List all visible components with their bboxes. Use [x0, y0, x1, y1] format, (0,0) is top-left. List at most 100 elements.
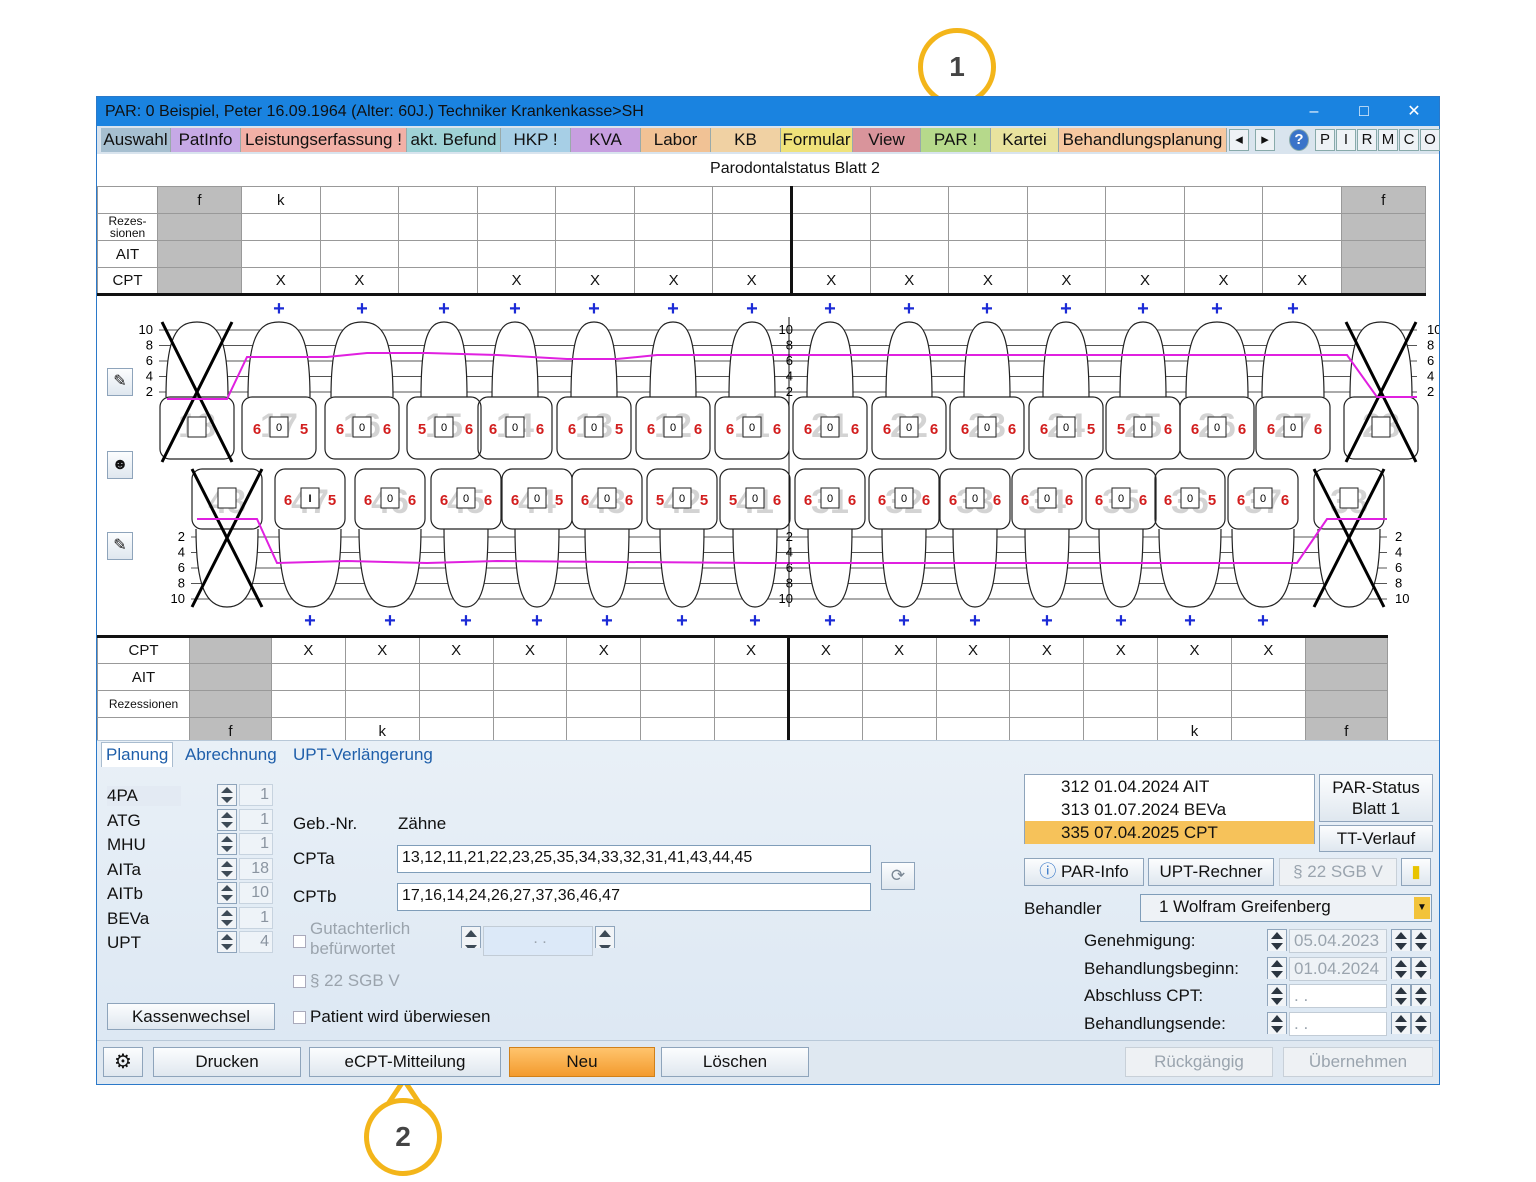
lower-tooth-cell[interactable] [861, 663, 937, 691]
upper-tooth-cell[interactable]: X [1262, 267, 1342, 295]
lower-tooth-cell[interactable] [861, 690, 937, 718]
tab-view[interactable]: View [853, 128, 921, 152]
upper-tooth-cell[interactable] [712, 240, 793, 268]
lower-tooth-cell[interactable] [418, 663, 494, 691]
lower-tooth[interactable]: 42055+ [646, 468, 718, 632]
upper-tooth-cell[interactable]: k [241, 186, 321, 214]
upper-tooth-cell[interactable] [1262, 213, 1342, 241]
lower-tooth-cell[interactable]: X [1009, 636, 1085, 664]
lower-tooth-cell[interactable] [640, 636, 716, 664]
upper-tooth-cell[interactable] [869, 186, 950, 214]
loeschen-button[interactable]: Löschen [661, 1047, 809, 1077]
tab-formular[interactable]: Formular [781, 128, 853, 152]
letter-button-r[interactable]: R [1357, 129, 1377, 151]
upper-tooth-cell[interactable] [790, 186, 871, 214]
uebernehmen-button[interactable]: Übernehmen [1283, 1047, 1433, 1077]
upper-tooth-cell[interactable] [1105, 186, 1185, 214]
upper-tooth[interactable]: 14066+ [477, 298, 553, 460]
gutachter-date-spin-right[interactable] [595, 926, 615, 948]
upper-tooth-cell[interactable]: X [948, 267, 1028, 295]
tab-scroll-right-button[interactable]: ▸ [1255, 129, 1275, 151]
cptb-input[interactable]: 17,16,14,24,26,27,37,36,46,47 [397, 883, 871, 911]
close-button[interactable]: ✕ [1391, 97, 1437, 126]
upper-tooth-cell[interactable] [1262, 240, 1342, 268]
maximize-button[interactable]: □ [1341, 97, 1387, 126]
upper-tooth[interactable]: 27066+ [1255, 298, 1331, 460]
upper-tooth[interactable]: 13065+ [556, 298, 632, 460]
counter-spin-mhu[interactable] [217, 833, 237, 855]
edit-upper-pencil-icon[interactable]: ✎ [107, 368, 133, 396]
date-spin-right[interactable] [1391, 1011, 1431, 1034]
tab-hkp[interactable]: HKP ! [501, 128, 571, 152]
lower-tooth-cell[interactable] [935, 690, 1011, 718]
par-info-button[interactable]: ⓘ PAR-Info [1024, 858, 1144, 886]
date-spin-left[interactable] [1267, 1011, 1287, 1034]
upper-tooth-cell[interactable] [476, 240, 557, 268]
upper-tooth-cell[interactable]: X [555, 267, 635, 295]
tab-auswahl[interactable]: Auswahl [101, 128, 171, 152]
lower-tooth[interactable]: 35066+ [1085, 468, 1157, 632]
counter-value-atg[interactable]: 1 [239, 808, 273, 831]
par-history-item[interactable]: 312 01.04.2024 AIT [1025, 775, 1314, 798]
upper-tooth-cell[interactable] [555, 240, 635, 268]
lower-tooth[interactable]: 37066+ [1227, 468, 1299, 632]
lower-tooth-cell[interactable]: X [271, 636, 346, 664]
upper-tooth-cell[interactable] [790, 240, 871, 268]
kassenwechsel-button[interactable]: Kassenwechsel [107, 1003, 275, 1030]
lower-tooth-cell[interactable] [787, 690, 863, 718]
lower-tooth-cell[interactable]: X [566, 636, 642, 664]
upper-tooth-cell[interactable] [476, 213, 557, 241]
par-history-item[interactable]: 335 07.04.2025 CPT [1025, 821, 1314, 844]
tab-upt-verlaengerung[interactable]: UPT-Verlängerung [293, 745, 433, 765]
lower-tooth-cell[interactable] [714, 690, 790, 718]
upper-tooth[interactable]: 25056+ [1105, 298, 1181, 460]
date-field[interactable]: . . [1289, 1011, 1387, 1036]
lower-tooth[interactable]: 36065+ [1154, 468, 1226, 632]
upper-tooth-cell[interactable]: X [1105, 267, 1185, 295]
neu-button[interactable]: Neu [509, 1047, 655, 1077]
tab-kb[interactable]: KB [711, 128, 781, 152]
lower-tooth-cell[interactable] [1157, 690, 1232, 718]
lower-tooth-cell[interactable]: X [1083, 636, 1159, 664]
upper-tooth[interactable]: 12066+ [635, 298, 711, 460]
counter-value-4pa[interactable]: 1 [239, 784, 273, 806]
upper-tooth-cell[interactable]: X [319, 267, 400, 295]
lower-tooth-cell[interactable] [640, 663, 716, 691]
counter-value-mhu[interactable]: 1 [239, 833, 273, 855]
upper-tooth-cell[interactable] [1262, 186, 1342, 214]
tab-patinfo[interactable]: PatInfo [171, 128, 241, 152]
letter-button-c[interactable]: C [1399, 129, 1419, 151]
lower-tooth[interactable]: 46066+ [354, 468, 426, 632]
upper-tooth-cell[interactable] [869, 240, 950, 268]
lower-tooth-cell[interactable] [1230, 690, 1306, 718]
date-field[interactable]: 01.04.2024 [1289, 956, 1387, 981]
lower-tooth-cell[interactable]: X [935, 636, 1011, 664]
upper-tooth-cell[interactable] [633, 213, 714, 241]
upper-tooth[interactable]: 28 [1343, 321, 1419, 463]
counter-spin-aita[interactable] [217, 857, 237, 880]
tab-leistungserfassung[interactable]: Leistungserfassung ! [241, 128, 407, 152]
counter-spin-aitb[interactable] [217, 882, 237, 904]
lower-tooth-cell[interactable] [787, 663, 863, 691]
upper-tooth-cell[interactable] [1105, 240, 1185, 268]
ueberwiesen-checkbox[interactable] [293, 1011, 306, 1024]
upper-tooth-cell[interactable] [1183, 186, 1264, 214]
upper-tooth-cell[interactable] [1105, 213, 1185, 241]
counter-spin-beva[interactable] [217, 906, 237, 929]
counter-spin-4pa[interactable] [217, 784, 237, 806]
lower-tooth-cell[interactable]: X [492, 636, 568, 664]
upper-tooth-cell[interactable] [633, 240, 714, 268]
upper-tooth-cell[interactable] [319, 213, 400, 241]
help-icon[interactable]: ? [1289, 129, 1309, 151]
cpta-input[interactable]: 13,12,11,21,22,23,25,35,34,33,32,31,41,4… [397, 845, 871, 873]
upper-tooth-cell[interactable] [1026, 240, 1107, 268]
lower-tooth-cell[interactable] [1157, 663, 1232, 691]
lower-tooth-cell[interactable] [492, 690, 568, 718]
ecpt-mitteilung-button[interactable]: eCPT-Mitteilung [309, 1047, 501, 1077]
lower-tooth-cell[interactable] [566, 663, 642, 691]
tab-planung[interactable]: Planung [101, 742, 174, 767]
upper-tooth-cell[interactable] [555, 186, 635, 214]
upper-tooth-cell[interactable]: X [790, 267, 871, 295]
sgb22-checkbox[interactable] [293, 975, 306, 988]
par-history-list[interactable]: 312 01.04.2024 AIT 313 01.07.2024 BEVa 335… [1024, 774, 1315, 844]
